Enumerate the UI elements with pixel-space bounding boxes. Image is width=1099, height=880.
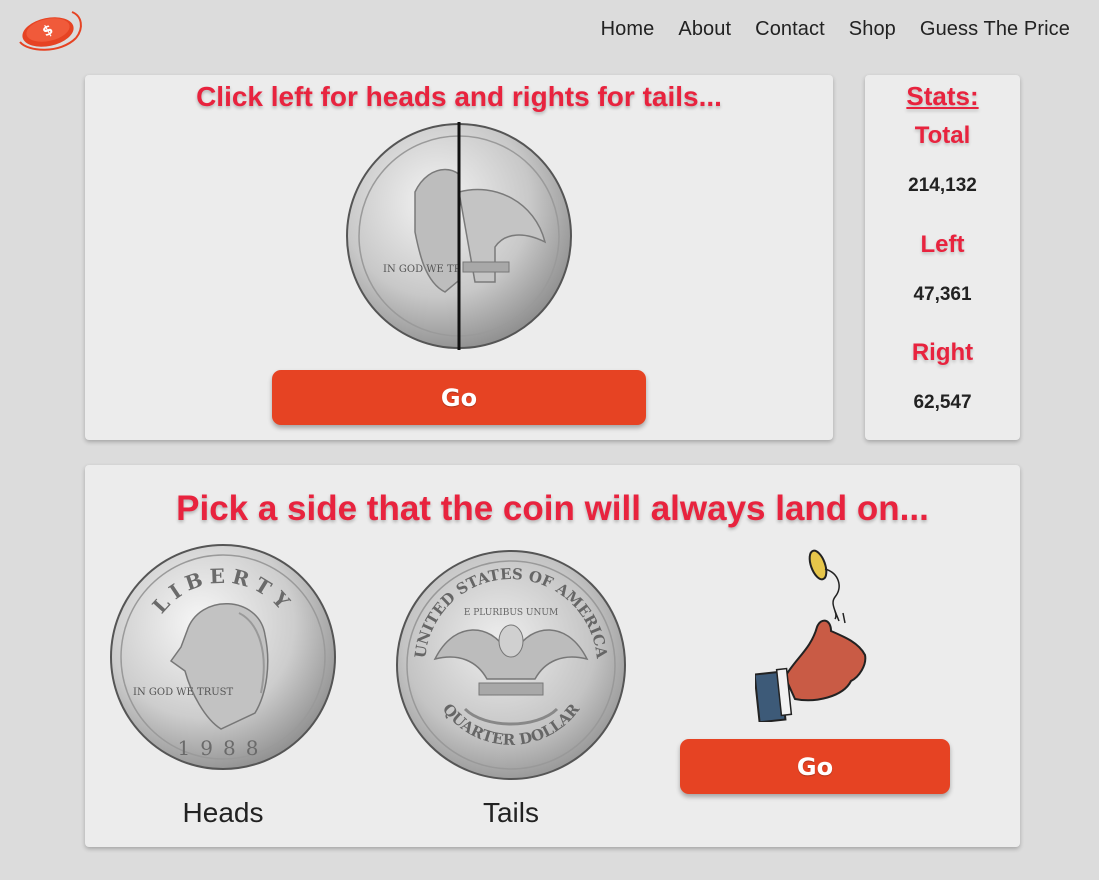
stat-right-value: 62,547	[913, 392, 972, 413]
go-button-bottom[interactable]: Go	[680, 739, 950, 794]
nav-shop[interactable]: Shop	[849, 18, 896, 41]
stat-left-label: Left	[920, 231, 965, 258]
tails-coin-motto: E PLURIBUS UNUM	[464, 608, 558, 618]
stat-left-value: 47,361	[913, 284, 972, 305]
coin-flip-hand-icon	[753, 547, 875, 724]
split-coin-title: Click left for heads and rights for tail…	[196, 81, 722, 112]
stat-total-value: 214,132	[908, 175, 977, 196]
heads-coin-image[interactable]: LIBERTY IN GOD WE TRUST 1988	[109, 543, 337, 771]
stat-total-label: Total	[914, 122, 971, 149]
stats-title: Stats:	[906, 81, 979, 111]
heads-label: Heads	[182, 797, 264, 828]
tails-label: Tails	[482, 797, 539, 828]
coin-logo-icon[interactable]: $	[14, 8, 86, 56]
heads-coin-year: 1988	[178, 736, 269, 760]
stat-right-label: Right	[911, 339, 974, 366]
pick-side-card: Pick a side that the coin will always la…	[85, 465, 1020, 847]
split-coin-image[interactable]: IN GOD WE TRUST	[345, 122, 573, 350]
nav-contact[interactable]: Contact	[755, 18, 825, 41]
main-nav: Home About Contact Shop Guess The Price	[601, 18, 1070, 41]
split-coin-card: Click left for heads and rights for tail…	[85, 75, 833, 440]
nav-home[interactable]: Home	[601, 18, 655, 41]
heads-coin-motto: IN GOD WE TRUST	[133, 687, 233, 698]
stats-card: Stats: Total 214,132 Left 47,361 Right 6…	[865, 75, 1020, 440]
pick-side-title: Pick a side that the coin will always la…	[176, 489, 929, 528]
go-button-top[interactable]: Go	[272, 370, 646, 425]
page: $ Home About Contact Shop Guess The Pric…	[0, 0, 1099, 880]
tails-coin-image[interactable]: UNITED STATES OF AMERICA QUARTER DOLLAR …	[395, 549, 627, 781]
nav-about[interactable]: About	[678, 18, 731, 41]
nav-guess-the-price[interactable]: Guess The Price	[920, 18, 1070, 41]
